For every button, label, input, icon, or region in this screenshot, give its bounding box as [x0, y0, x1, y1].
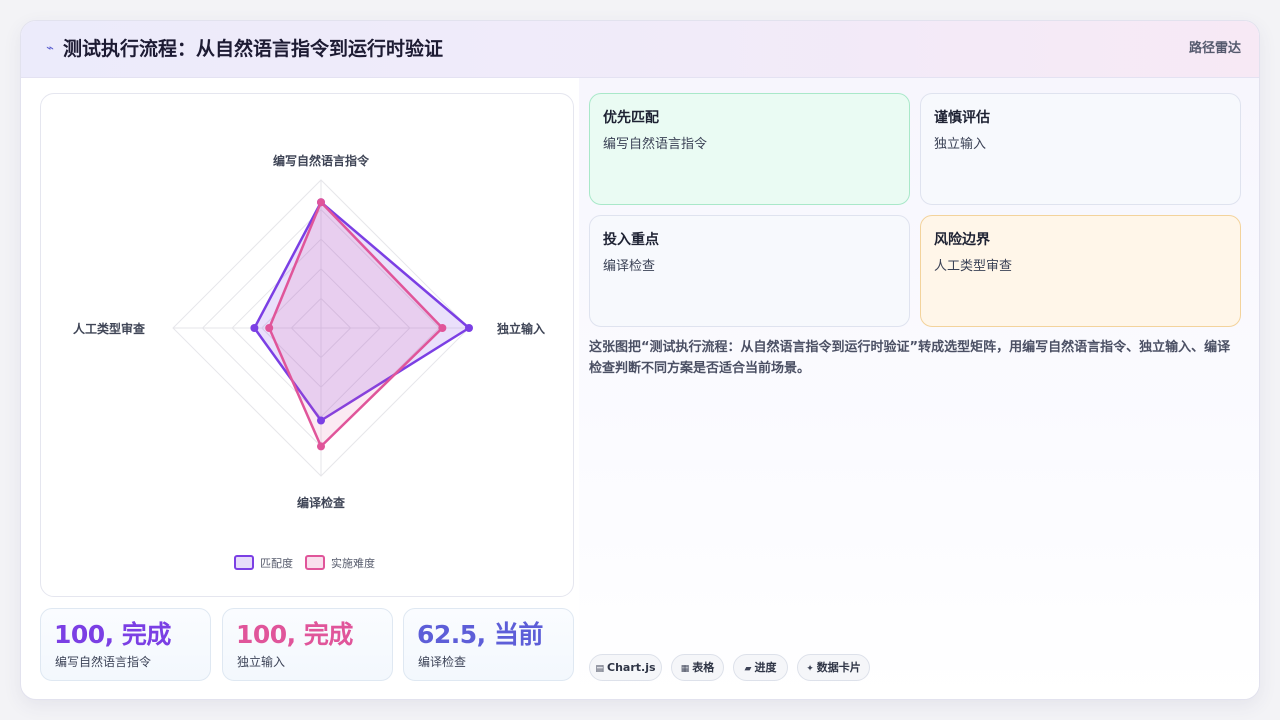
tile-careful-eval[interactable]: 谨慎评估 独立输入 [920, 93, 1241, 205]
axis-label: 独立输入 [496, 321, 545, 336]
tile-title: 风险边界 [934, 232, 990, 248]
legend-swatch [234, 555, 254, 570]
tile-title: 投入重点 [603, 232, 659, 248]
pill-label: 表格 [692, 661, 715, 674]
stat-label: 独立输入 [237, 655, 286, 669]
series-2-point [317, 442, 325, 451]
pill-progress[interactable]: ▰ 进度 [733, 654, 788, 681]
description-text: 这张图把“测试执行流程：从自然语言指令到运行时验证”转成选型矩阵，用编写自然语言… [589, 340, 1231, 376]
table-icon: ▦ [680, 664, 690, 674]
stat-card-1: 100, 完成 编写自然语言指令 [40, 608, 211, 681]
stat-card-2: 100, 完成 独立输入 [222, 608, 393, 681]
tile-risk-boundary[interactable]: 风险边界 人工类型审查 [920, 215, 1241, 327]
tile-desc: 人工类型审查 [934, 259, 1013, 274]
tile-investment-focus[interactable]: 投入重点 编译检查 [589, 215, 910, 327]
dashboard-card: ⌁ 测试执行流程：从自然语言指令到运行时验证 路径雷达 编写自然语言指令 独立输入… [20, 20, 1260, 700]
stat-card-3: 62.5, 当前 编译检查 [403, 608, 574, 681]
tile-desc: 独立输入 [934, 137, 987, 152]
series-1-point [250, 324, 259, 332]
tile-title: 优先匹配 [603, 110, 659, 126]
header-right-label: 路径雷达 [1188, 41, 1241, 56]
series-2-point [317, 198, 325, 207]
axis-label: 人工类型审查 [73, 321, 146, 336]
stat-label: 编译检查 [418, 655, 467, 669]
axis-label: 编写自然语言指令 [272, 153, 370, 168]
series-2-point [438, 324, 447, 332]
legend-label: 匹配度 [260, 556, 293, 570]
series-area-2 [267, 200, 444, 448]
tile-desc: 编译检查 [603, 259, 656, 274]
sparkline-icon: ⌁ [46, 41, 54, 56]
series-2-point [265, 324, 274, 332]
pill-table[interactable]: ▦ 表格 [671, 654, 724, 681]
pill-label: 进度 [754, 661, 777, 674]
tile-desc: 编写自然语言指令 [603, 137, 708, 152]
radar-chart: 编写自然语言指令独立输入编译检查 人工类型审查匹配度 实施难度 [73, 153, 545, 570]
sparkle-icon: ✦ [806, 664, 814, 674]
radar-chart-panel: 编写自然语言指令独立输入编译检查 人工类型审查匹配度 实施难度 [40, 93, 574, 597]
legend-label: 实施难度 [331, 556, 375, 570]
tile-title: 谨慎评估 [934, 110, 990, 126]
pill-label: 数据卡片 [816, 661, 861, 674]
pill-data-card[interactable]: ✦ 数据卡片 [797, 654, 870, 681]
series-1-point [465, 324, 473, 332]
tile-priority-match[interactable]: 优先匹配 编写自然语言指令 [589, 93, 910, 205]
series-1-point [317, 416, 325, 425]
stat-value: 100, 完成 [236, 620, 353, 649]
pill-label: Chart.js [607, 661, 656, 674]
stat-label: 编写自然语言指令 [55, 655, 152, 669]
header-bar: ⌁ 测试执行流程：从自然语言指令到运行时验证 路径雷达 [21, 21, 1259, 78]
legend-swatch [305, 555, 325, 570]
stat-value: 62.5, 当前 [417, 620, 543, 649]
stat-value: 100, 完成 [54, 620, 171, 649]
progress-icon: ▰ [744, 664, 752, 674]
axis-label: 编译检查 [296, 495, 346, 510]
chart-icon: ▤ [595, 664, 604, 674]
page-title: 测试执行流程：从自然语言指令到运行时验证 [63, 38, 444, 60]
pill-chartjs[interactable]: ▤ Chart.js [589, 654, 662, 681]
